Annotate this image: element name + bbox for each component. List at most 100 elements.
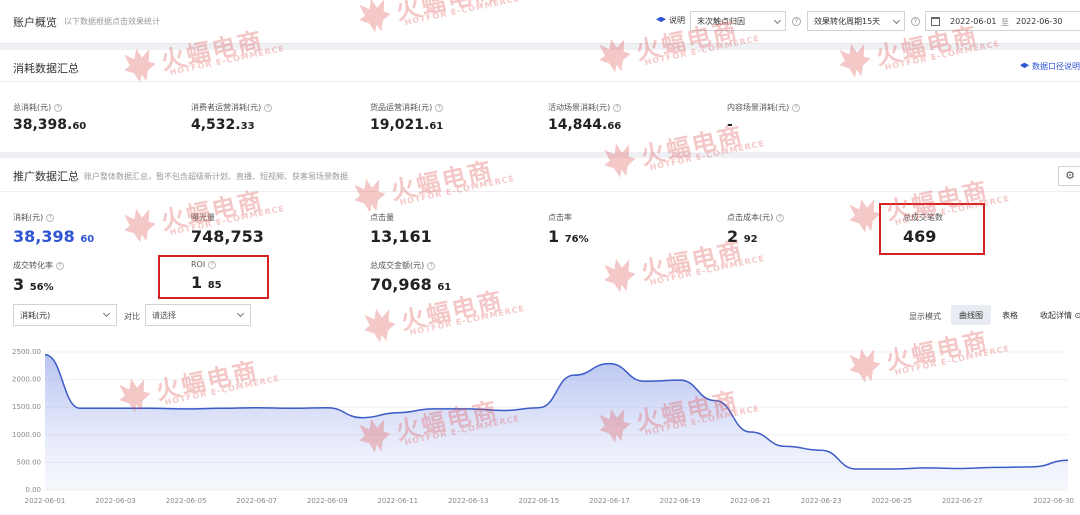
metric-label: 消耗(元) — [13, 213, 44, 222]
metric-label: 点击量 — [370, 213, 394, 222]
page-subtitle: 以下数据根据点击效果统计 — [64, 17, 160, 26]
question-icon[interactable]: ? — [427, 261, 436, 270]
metric-conversion-rate: 成交转化率? 3 56% — [13, 260, 64, 294]
x-tick-label: 2022-06-01 — [25, 497, 66, 505]
metric-label: 内容场景消耗(元) — [727, 103, 790, 112]
question-icon[interactable]: ? — [56, 261, 64, 270]
metric-content-spend: 内容场景消耗(元)? - — [727, 102, 801, 133]
data-definition-label: 数据口径说明 — [1032, 62, 1080, 71]
date-separator: 至 — [1001, 18, 1009, 27]
conversion-period-select[interactable]: 效果转化周期15天 — [807, 11, 905, 31]
spend-area-chart: 2500.00 2000.00 1500.00 1000.00 500.00 0.00 2… — [12, 348, 1074, 505]
chevron-down-icon — [892, 16, 901, 25]
y-tick-label: 2500.00 — [12, 348, 41, 356]
metric-consumer-spend: 消费者运营消耗(元)? 4,532.33 — [191, 102, 273, 133]
y-tick-label: 1000.00 — [12, 431, 41, 439]
metric-value: 3 56% — [13, 275, 54, 294]
chart-metric-select[interactable]: 消耗(元) — [13, 304, 117, 326]
spend-summary-title: 消耗数据汇总 — [13, 62, 79, 75]
promo-summary-header: 推广数据汇总 账户整体数据汇总，暂不包含超级新计划、直播、短视频、获客易场景数据… — [0, 158, 1080, 192]
question-icon[interactable]: ? — [911, 17, 920, 26]
chevron-down-icon — [236, 309, 245, 318]
date-start: 2022-06-01 — [950, 17, 997, 26]
metric-value: 19,021.61 — [370, 117, 444, 133]
highlight-box-roi — [158, 255, 269, 299]
metric-value: 2 92 — [727, 227, 758, 246]
metric-gmv: 总成交金额(元)? 70,968 61 — [370, 260, 451, 294]
y-tick-label: 1500.00 — [12, 403, 41, 411]
mode-line-button[interactable]: 曲线图 — [951, 305, 991, 325]
attribution-select[interactable]: 末次触点归因 — [690, 11, 786, 31]
metric-value: 748,753 — [191, 227, 264, 246]
question-icon[interactable]: ? — [792, 17, 801, 26]
metric-ctr: 点击率 1 76% — [548, 212, 589, 246]
collapse-details-link[interactable]: 收起详情 ⊙ — [1040, 310, 1080, 321]
x-tick-label: 2022-06-19 — [660, 497, 701, 505]
x-tick-label: 2022-06-30 — [1033, 497, 1074, 505]
metric-value: 4,532.33 — [191, 117, 255, 133]
question-icon[interactable]: ? — [435, 103, 444, 112]
calendar-icon — [931, 17, 940, 26]
help-label: 说明 — [669, 16, 685, 25]
spend-area-fill — [45, 354, 1068, 490]
question-icon[interactable]: ? — [776, 213, 785, 222]
x-tick-label: 2022-06-11 — [377, 497, 418, 505]
metric-value: 13,161 — [370, 227, 432, 246]
spend-summary-header: 消耗数据汇总 数据口径说明 — [0, 50, 1080, 82]
metric-label: 成交转化率 — [13, 261, 53, 270]
compare-select[interactable]: 请选择 — [145, 304, 251, 326]
attribution-select-value: 末次触点归因 — [697, 17, 745, 26]
metric-label: 消费者运营消耗(元) — [191, 103, 262, 112]
x-tick-label: 2022-06-03 — [95, 497, 136, 505]
x-tick-label: 2022-06-13 — [448, 497, 489, 505]
x-tick-label: 2022-06-21 — [730, 497, 771, 505]
x-tick-label: 2022-06-09 — [307, 497, 348, 505]
mode-table-button[interactable]: 表格 — [994, 305, 1026, 325]
x-tick-label: 2022-06-15 — [519, 497, 560, 505]
conversion-period-value: 效果转化周期15天 — [814, 17, 881, 26]
question-icon[interactable]: ? — [792, 103, 801, 112]
question-icon[interactable]: ? — [46, 213, 55, 222]
metric-label: 点击成本(元) — [727, 213, 774, 222]
x-tick-label: 2022-06-23 — [801, 497, 842, 505]
question-icon[interactable]: ? — [613, 103, 622, 112]
metric-value: - — [727, 117, 733, 133]
collapse-details-label: 收起详情 — [1040, 311, 1072, 320]
metric-label: 总成交金额(元) — [370, 261, 425, 270]
metric-value: 38,398 60 — [13, 227, 95, 246]
date-range-picker[interactable]: 2022-06-01 至 2022-06-30 — [925, 11, 1080, 31]
metric-goods-spend: 货品运营消耗(元)? 19,021.61 — [370, 102, 443, 133]
question-icon[interactable]: ? — [264, 103, 273, 112]
metric-value: 38,398.60 — [13, 117, 87, 133]
help-link[interactable]: 说明 — [656, 15, 685, 26]
x-tick-label: 2022-06-05 — [166, 497, 207, 505]
metric-value: 1 76% — [548, 227, 589, 246]
metric-spend: 消耗(元)? 38,398 60 — [13, 212, 94, 246]
x-tick-label: 2022-06-17 — [589, 497, 630, 505]
top-bar: 账户概览 以下数据根据点击效果统计 说明 末次触点归因 ? 效果转化周期15天 … — [0, 0, 1080, 44]
y-tick-label: 500.00 — [17, 458, 42, 466]
metric-value: 70,968 61 — [370, 275, 452, 294]
data-definition-link[interactable]: 数据口径说明 — [1020, 61, 1080, 72]
promo-summary-title: 推广数据汇总 — [13, 170, 79, 183]
chevron-up-icon: ⊙ — [1074, 311, 1080, 320]
graduation-cap-icon — [1020, 62, 1029, 69]
chevron-down-icon — [102, 309, 111, 318]
metric-label: 总消耗(元) — [13, 103, 52, 112]
gear-icon: ⚙ — [1065, 169, 1075, 182]
metric-total-spend: 总消耗(元)? 38,398.60 — [13, 102, 86, 133]
chart-metric-value: 消耗(元) — [20, 311, 51, 320]
settings-button[interactable]: ⚙ — [1058, 166, 1080, 186]
chevron-down-icon — [773, 16, 782, 25]
question-icon[interactable]: ? — [54, 103, 63, 112]
metric-clicks: 点击量 13,161 — [370, 212, 432, 246]
metric-label: 点击率 — [548, 213, 572, 222]
date-end: 2022-06-30 — [1016, 17, 1063, 26]
y-tick-label: 0.00 — [25, 486, 41, 494]
metric-activity-spend: 活动场景消耗(元)? 14,844.66 — [548, 102, 621, 133]
metric-impressions: 曝光量 748,753 — [191, 212, 264, 246]
promo-summary-subtitle: 账户整体数据汇总，暂不包含超级新计划、直播、短视频、获客易场景数据 — [84, 172, 348, 181]
metric-label: 活动场景消耗(元) — [548, 103, 611, 112]
page-title: 账户概览 — [13, 16, 57, 29]
metric-cpc: 点击成本(元)? 2 92 — [727, 212, 785, 246]
